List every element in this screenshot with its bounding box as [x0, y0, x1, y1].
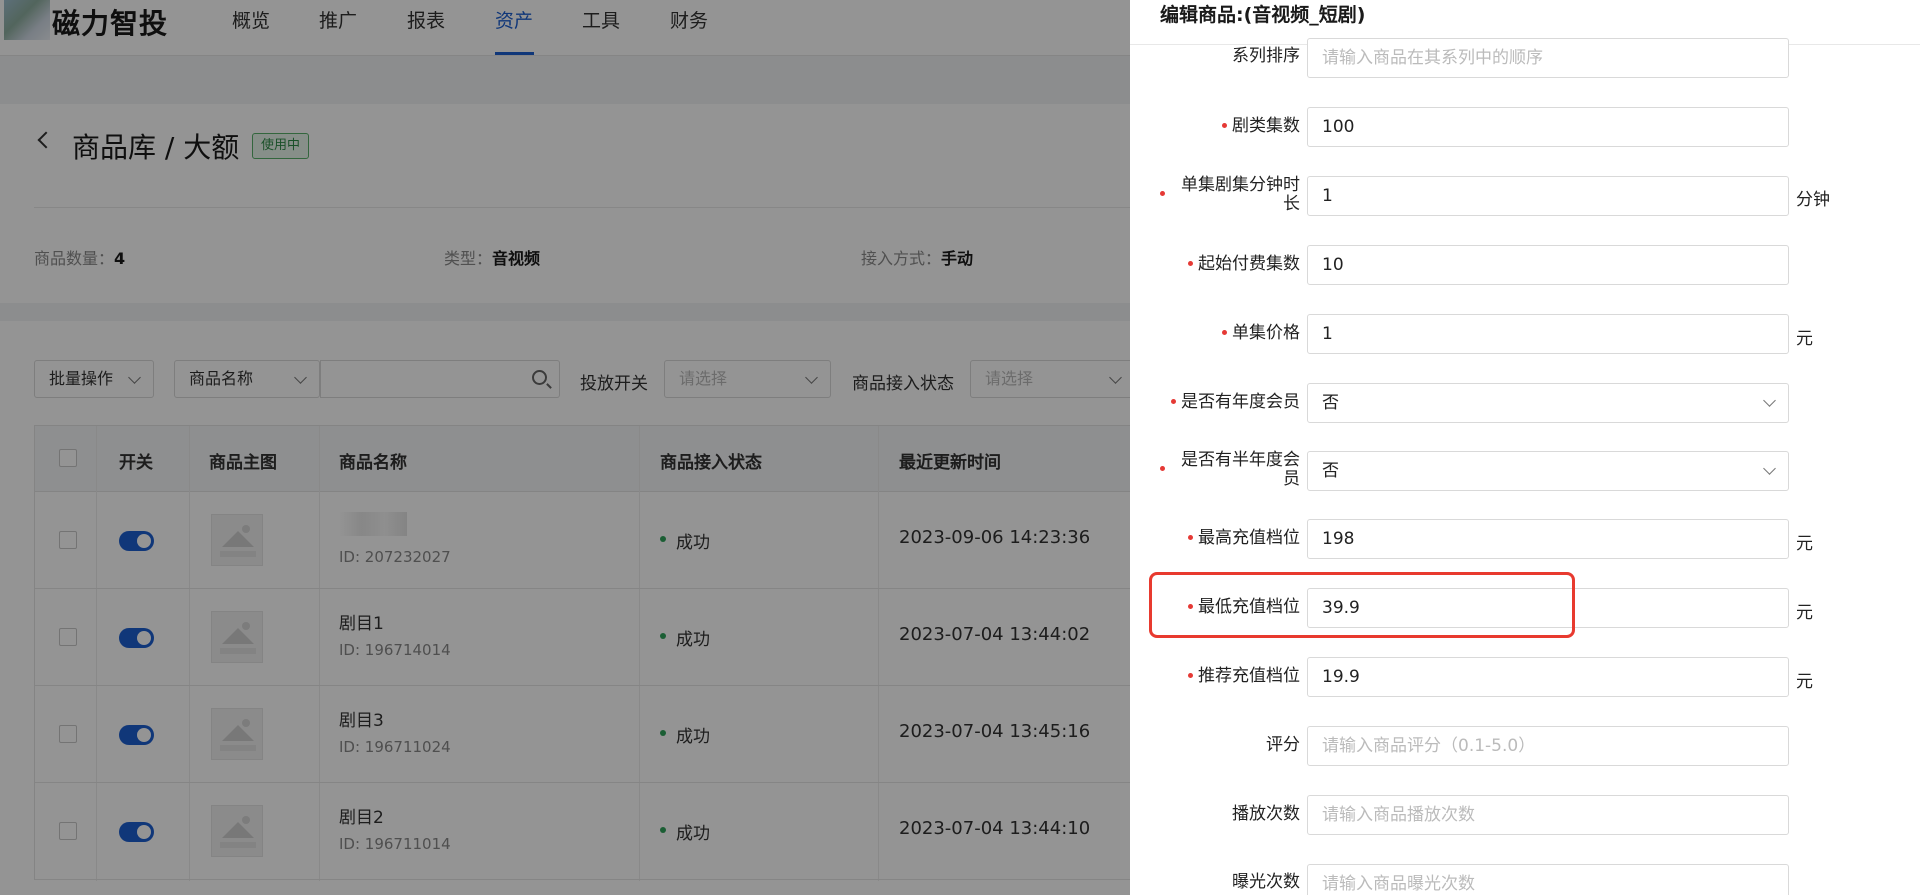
chevron-down-icon [1763, 394, 1776, 407]
annual-member-select[interactable]: 否 [1307, 383, 1789, 423]
required-mark [1188, 535, 1193, 540]
half-year-member-select[interactable]: 否 [1307, 451, 1789, 491]
field-label-episode-duration: 单集剧集分钟时长 [1160, 176, 1300, 214]
highlight-annotation [1149, 572, 1575, 638]
max-recharge-input[interactable]: 198 [1307, 519, 1789, 559]
required-mark [1171, 399, 1176, 404]
field-label-paid-start: 起始付费集数 [1160, 255, 1300, 274]
field-label-annual-member: 是否有年度会员 [1160, 393, 1300, 412]
required-mark [1188, 261, 1193, 266]
field-label-episode-price: 单集价格 [1160, 324, 1300, 343]
unit-minutes: 分钟 [1796, 190, 1830, 210]
episode-count-input[interactable]: 100 [1307, 107, 1789, 147]
field-label-recommended-recharge: 推荐充值档位 [1160, 667, 1300, 686]
required-mark [1160, 466, 1165, 471]
field-label-max-recharge: 最高充值档位 [1160, 529, 1300, 548]
field-label-episode-count: 剧类集数 [1160, 117, 1300, 136]
required-mark [1222, 330, 1227, 335]
episode-price-input[interactable]: 1 [1307, 314, 1789, 354]
play-count-input[interactable]: 请输入商品播放次数 [1307, 795, 1789, 835]
modal-overlay[interactable] [0, 0, 1130, 895]
exposure-count-input[interactable]: 请输入商品曝光次数 [1307, 864, 1789, 895]
paid-start-episode-input[interactable]: 10 [1307, 245, 1789, 285]
rating-input[interactable]: 请输入商品评分（0.1-5.0） [1307, 726, 1789, 766]
field-label-exposure-count: 曝光次数 [1232, 872, 1300, 892]
required-mark [1160, 191, 1165, 196]
unit-yuan: 元 [1796, 603, 1813, 623]
unit-yuan: 元 [1796, 329, 1813, 349]
required-mark [1188, 673, 1193, 678]
required-mark [1222, 123, 1227, 128]
recommended-recharge-input[interactable]: 19.9 [1307, 657, 1789, 697]
edit-product-drawer: 编辑商品:(音视频_短剧) 系列排序 请输入商品在其系列中的顺序 剧类集数 10… [1130, 0, 1920, 895]
chevron-down-icon [1763, 462, 1776, 475]
series-order-input[interactable]: 请输入商品在其系列中的顺序 [1307, 38, 1789, 78]
drawer-title: 编辑商品:(音视频_短剧) [1160, 4, 1366, 26]
unit-yuan: 元 [1796, 672, 1813, 692]
field-label-half-year-member: 是否有半年度会员 [1160, 451, 1300, 489]
unit-yuan: 元 [1796, 534, 1813, 554]
field-label-series-order: 系列排序 [1232, 46, 1300, 66]
episode-duration-input[interactable]: 1 [1307, 176, 1789, 216]
field-label-rating: 评分 [1266, 735, 1300, 755]
field-label-play-count: 播放次数 [1232, 804, 1300, 824]
